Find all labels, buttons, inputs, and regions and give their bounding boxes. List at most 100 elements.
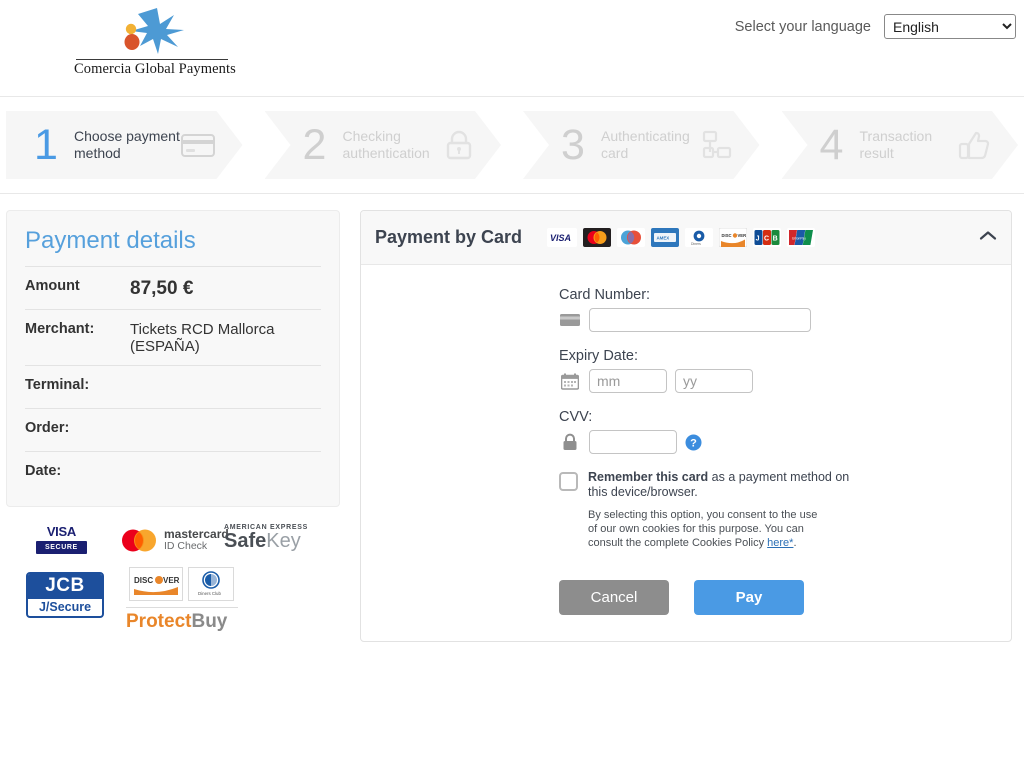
protectbuy-strong: Protect [126, 610, 192, 632]
payment-panel-header[interactable]: Payment by Card VISA AMEX Diners DISC VER… [361, 211, 1011, 265]
detail-key: Merchant: [25, 321, 95, 338]
expiry-year-input[interactable] [675, 369, 753, 393]
remember-card-checkbox[interactable] [559, 472, 578, 491]
expiry-month-input[interactable] [589, 369, 667, 393]
cookies-policy-link[interactable]: here* [767, 537, 793, 549]
padlock-icon [445, 130, 473, 160]
svg-text:Diners Club: Diners Club [198, 591, 221, 596]
detail-row-terminal: Terminal: [25, 364, 321, 408]
detail-row-amount: Amount 87,50 € [25, 266, 321, 309]
language-selector-group: Select your language EnglishEspañolCatal… [735, 14, 1016, 39]
cvv-row: ? [559, 430, 859, 454]
cookie-text-after: . [793, 536, 797, 549]
detail-value-amount: 87,50 € [130, 278, 194, 299]
step-3-authenticating-card[interactable]: 3 Authenticating card [523, 111, 760, 179]
step-2-checking-authentication[interactable]: 2 Checking authentication [265, 111, 502, 179]
jcb-wordmark: JCB [28, 573, 102, 599]
discover-text: DISC [134, 576, 153, 585]
protectbuy-rest: Buy [191, 610, 228, 632]
svg-text:Diners: Diners [691, 242, 701, 246]
language-label: Select your language [734, 18, 871, 35]
svg-text:UnionPay: UnionPay [792, 237, 806, 241]
step-number: 4 [819, 120, 844, 169]
svg-text:?: ? [690, 437, 697, 449]
security-program-logos: VISA SECURE JCB J/Secure mastercard ID C… [14, 524, 340, 632]
visa-secure-wordmark: VISA [46, 523, 76, 539]
language-select[interactable]: EnglishEspañolCatalàFrançaisDeutschItali… [884, 14, 1016, 39]
chevron-up-icon[interactable] [979, 229, 997, 247]
payment-details-card: Payment details Amount 87,50 € Merchant:… [6, 210, 340, 507]
mastercard-idcheck-logo: mastercard ID Check [119, 528, 229, 553]
step-4-transaction-result[interactable]: 4 Transaction result [782, 111, 1019, 179]
mastercard-brand-icon [583, 228, 612, 247]
logo-text: Comercia Global Payments [74, 61, 236, 77]
expiry-date-label: Expiry Date: [559, 348, 638, 364]
payment-panel-title: Payment by Card [375, 227, 523, 247]
detail-key: Date: [25, 462, 62, 479]
diners-club-brand-icon: Diners [685, 228, 714, 247]
jcb-jsecure-logo: JCB J/Secure [26, 571, 104, 618]
svg-text:VER: VER [738, 233, 747, 238]
detail-value-merchant: Tickets RCD Mallorca (ESPAÑA) [130, 321, 275, 356]
main-content: Payment details Amount 87,50 € Merchant:… [0, 194, 1024, 762]
cvv-input[interactable] [589, 430, 677, 454]
discover-logo: DISC VER [129, 566, 183, 601]
payment-panel-body: Card Number: Expiry Date: mm yy CVV: ? R… [361, 265, 1011, 641]
maestro-brand-icon [617, 228, 646, 247]
unionpay-brand-icon: UnionPay [787, 228, 816, 247]
cancel-button[interactable]: Cancel [559, 579, 669, 615]
card-number-row [559, 308, 859, 332]
cookie-consent-text: By selecting this option, you consent to… [588, 508, 820, 550]
detail-row-merchant: Merchant: Tickets RCD Mallorca (ESPAÑA) [25, 309, 321, 365]
pay-button[interactable]: Pay [694, 579, 804, 615]
detail-row-order: Order: [25, 407, 321, 451]
brand-logo: Comercia Global Payments [74, 6, 236, 78]
svg-text:J: J [756, 236, 760, 243]
mastercard-circles-icon [122, 529, 156, 552]
svg-text:VER: VER [163, 576, 180, 585]
detail-key: Amount [25, 278, 80, 294]
page-header: Comercia Global Payments Select your lan… [0, 0, 1024, 97]
detail-row-date: Date: [25, 450, 321, 494]
progress-steps: 1 Choose payment method 2 Checking authe… [0, 97, 1024, 194]
step-number: 1 [34, 120, 58, 169]
right-column: Payment by Card VISA AMEX Diners DISC VER… [340, 210, 1024, 762]
detail-key: Order: [25, 419, 70, 436]
step-1-choose-payment-method[interactable]: 1 Choose payment method [6, 111, 243, 179]
safekey-main: Safe [224, 529, 267, 552]
idcheck-wordmark: ID Check [164, 540, 208, 553]
question-mark-help-icon[interactable]: ? [685, 434, 702, 451]
svg-text:B: B [773, 236, 778, 243]
payment-by-card-panel: Payment by Card VISA AMEX Diners DISC VER… [360, 210, 1012, 642]
visa-secure-logo: VISA SECURE [36, 524, 87, 554]
safekey-sub: Key [266, 529, 301, 552]
network-nodes-icon [702, 130, 732, 160]
calendar-icon [559, 373, 581, 390]
payment-details-title: Payment details [25, 227, 196, 254]
visa-secure-badge: SECURE [36, 540, 87, 554]
discover-icon: DISC VER [134, 575, 180, 595]
step-number: 3 [561, 120, 585, 169]
remember-card-group: Remember this card as a payment method o… [559, 470, 859, 501]
diners-club-logo: Diners Club [188, 566, 234, 601]
jsecure-wordmark: J/Secure [38, 599, 92, 614]
cvv-label: CVV: [559, 409, 593, 425]
protectbuy-logo: ProtectBuy [126, 606, 238, 633]
caixabank-star-icon [124, 8, 184, 54]
diners-club-icon: Diners Club [198, 571, 221, 596]
credit-card-icon [559, 313, 581, 327]
step-label: Transaction result [859, 128, 933, 161]
step-label: Choose payment method [74, 128, 180, 161]
card-number-input[interactable] [589, 308, 811, 332]
card-number-label: Card Number: [559, 287, 651, 303]
detail-key: Terminal: [25, 376, 90, 393]
svg-text:DISC: DISC [722, 233, 732, 238]
form-actions: Cancel Pay [559, 579, 1011, 615]
thumbs-up-icon [958, 130, 990, 160]
discover-brand-icon: DISC VER [719, 228, 748, 247]
card-form: Card Number: Expiry Date: mm yy CVV: ? R… [559, 287, 859, 550]
accepted-card-brands: VISA AMEX Diners DISC VER JCB UnionPay [547, 228, 816, 247]
svg-text:AMEX: AMEX [657, 236, 670, 241]
svg-text:VISA: VISA [550, 233, 571, 243]
jcb-brand-icon: JCB [753, 228, 782, 247]
